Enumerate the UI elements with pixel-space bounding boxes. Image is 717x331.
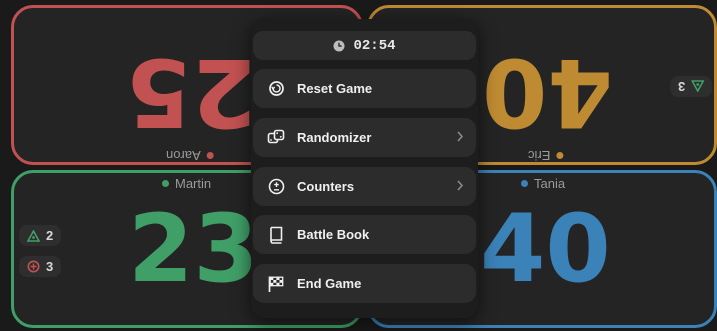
player-name-label: Martin xyxy=(175,176,212,191)
clock-icon xyxy=(333,40,345,51)
other-counter-badge[interactable]: 3 xyxy=(19,256,62,277)
randomizer-button[interactable]: Randomizer xyxy=(253,118,476,157)
player-name: Tania xyxy=(521,176,565,191)
counter-badge[interactable]: 3 xyxy=(670,76,713,97)
player-name: Aaron xyxy=(166,148,214,163)
counter-value: 3 xyxy=(678,79,686,94)
life-total[interactable]: 23 xyxy=(128,203,259,297)
menu-item-label: Battle Book xyxy=(297,227,370,242)
menu-item-label: End Game xyxy=(297,276,362,291)
player-name: Martin xyxy=(162,176,211,191)
poison-triangle-icon xyxy=(691,80,705,93)
chevron-right-icon xyxy=(457,131,464,142)
poison-triangle-icon xyxy=(27,229,40,242)
poison-counter-badge[interactable]: 2 xyxy=(19,225,62,246)
dice-icon xyxy=(267,129,285,147)
book-icon xyxy=(267,226,285,244)
menu-item-label: Reset Game xyxy=(297,81,373,96)
reset-icon xyxy=(267,80,285,98)
game-menu: 02:54 Reset Game Randomizer Counters Bat… xyxy=(251,19,478,318)
game-timer: 02:54 xyxy=(253,31,476,60)
player-name-label: Aaron xyxy=(166,148,201,163)
life-total[interactable]: 40 xyxy=(482,37,613,146)
player-color-dot xyxy=(162,180,169,187)
timer-text: 02:54 xyxy=(353,37,396,54)
player-color-dot xyxy=(556,152,564,159)
counters-button[interactable]: Counters xyxy=(253,167,476,206)
battle-book-button[interactable]: Battle Book xyxy=(253,215,476,254)
counter-value: 3 xyxy=(46,259,54,274)
player-color-dot xyxy=(206,152,214,159)
player-name: Eric xyxy=(528,148,564,163)
counter-value: 2 xyxy=(46,228,54,243)
life-total[interactable]: 25 xyxy=(126,37,257,146)
target-counter-icon xyxy=(27,260,40,273)
player-name-label: Tania xyxy=(534,176,566,191)
menu-item-label: Randomizer xyxy=(297,130,372,145)
player-name-label: Eric xyxy=(528,148,551,163)
chevron-right-icon xyxy=(457,180,464,191)
menu-item-label: Counters xyxy=(297,179,355,194)
end-game-button[interactable]: End Game xyxy=(253,264,476,303)
life-total[interactable]: 40 xyxy=(480,203,611,297)
checkered-flag-icon xyxy=(267,275,285,293)
player-color-dot xyxy=(521,180,528,187)
reset-game-button[interactable]: Reset Game xyxy=(253,69,476,108)
plus-minus-icon xyxy=(267,178,285,196)
